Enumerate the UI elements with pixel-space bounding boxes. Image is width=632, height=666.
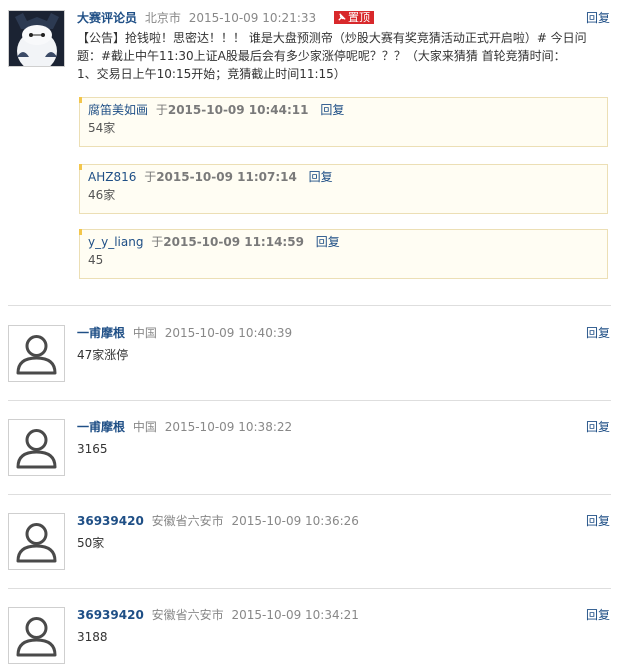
comment-meta: 36939420 安徽省六安市 2015-10-09 10:34:21 bbox=[77, 607, 359, 623]
author-name[interactable]: 大赛评论员 bbox=[77, 11, 137, 25]
divider bbox=[8, 494, 611, 495]
divider bbox=[8, 400, 611, 401]
comment-content: 50家 bbox=[77, 536, 105, 550]
user-silhouette-icon bbox=[16, 335, 57, 375]
avatar[interactable] bbox=[8, 419, 65, 476]
comment-content: 3188 bbox=[77, 630, 108, 644]
reply-text: 54家 bbox=[88, 121, 116, 135]
reply-text: 46家 bbox=[88, 188, 116, 202]
reply-reply-button[interactable]: 回复 bbox=[316, 235, 340, 249]
comment-time: 2015-10-09 10:38:22 bbox=[164, 420, 293, 434]
reply-username[interactable]: y_y_liang bbox=[88, 235, 143, 249]
comment-content: 【公告】抢钱啦！思密达！！！ 谁是大盘预测帝（炒股大赛有奖竞猜活动正式开启啦）#… bbox=[77, 29, 587, 83]
reply-text: 45 bbox=[88, 253, 104, 267]
user-silhouette-icon bbox=[16, 429, 57, 469]
reply-accent bbox=[79, 229, 82, 235]
reply-time: 2015-10-09 11:14:59 bbox=[163, 235, 304, 249]
comment-content: 47家涨停 bbox=[77, 348, 129, 362]
comment-meta: 大赛评论员 北京市 2015-10-09 10:21:33 置顶 bbox=[77, 10, 374, 26]
comment-item: 大赛评论员 北京市 2015-10-09 10:21:33 置顶 回复 【公告】… bbox=[0, 10, 632, 300]
comment-meta: 36939420 安徽省六安市 2015-10-09 10:36:26 bbox=[77, 513, 359, 529]
comment-time: 2015-10-09 10:34:21 bbox=[231, 608, 359, 622]
author-location: 中国 bbox=[132, 326, 157, 340]
author-location: 安徽省六安市 bbox=[151, 514, 224, 528]
author-name[interactable]: 一甫摩根 bbox=[77, 420, 125, 434]
user-silhouette-icon bbox=[16, 617, 57, 657]
reply-time: 2015-10-09 10:44:11 bbox=[167, 103, 309, 117]
comment-meta: 一甫摩根 中国 2015-10-09 10:38:22 bbox=[77, 419, 292, 435]
comment-time: 2015-10-09 10:40:39 bbox=[164, 326, 293, 340]
reply-item: AHZ816 于2015-10-09 11:07:14 回复 46家 bbox=[79, 164, 608, 214]
reply-username[interactable]: AHZ816 bbox=[88, 170, 136, 184]
reply-item: y_y_liang 于2015-10-09 11:14:59 回复 45 bbox=[79, 229, 608, 279]
avatar[interactable] bbox=[8, 513, 65, 570]
pinned-label: 置顶 bbox=[347, 11, 370, 24]
content-line: 题：#截止中午11:30上证A股最后会有多少家涨停呢呢？？？（大家来猜猜 首轮竞… bbox=[77, 49, 566, 63]
robot-hero-avatar-icon bbox=[9, 11, 64, 66]
reply-button[interactable]: 回复 bbox=[586, 419, 610, 435]
reply-yu: 于 bbox=[155, 103, 168, 117]
author-location: 北京市 bbox=[144, 11, 181, 25]
reply-button[interactable]: 回复 bbox=[586, 513, 610, 529]
pushpin-icon bbox=[338, 13, 346, 21]
content-line: 1、交易日上午10:15开始；竞猜截止时间11:15） bbox=[77, 67, 346, 81]
reply-yu: 于 bbox=[144, 170, 157, 184]
comment-meta: 一甫摩根 中国 2015-10-09 10:40:39 bbox=[77, 325, 292, 341]
comment-item: 一甫摩根 中国 2015-10-09 10:38:22 回复 3165 bbox=[0, 419, 632, 479]
reply-button[interactable]: 回复 bbox=[586, 325, 610, 341]
author-location: 中国 bbox=[132, 420, 157, 434]
comment-time: 2015-10-09 10:36:26 bbox=[231, 514, 359, 528]
reply-username[interactable]: 腐笛美如画 bbox=[88, 103, 148, 117]
comment-item: 一甫摩根 中国 2015-10-09 10:40:39 回复 47家涨停 bbox=[0, 325, 632, 385]
avatar[interactable] bbox=[8, 607, 65, 664]
comment-item: 36939420 安徽省六安市 2015-10-09 10:36:26 回复 5… bbox=[0, 513, 632, 573]
divider bbox=[8, 588, 611, 589]
divider bbox=[8, 305, 611, 306]
reply-accent bbox=[79, 164, 82, 170]
avatar[interactable] bbox=[8, 10, 65, 67]
avatar[interactable] bbox=[8, 325, 65, 382]
comment-item: 36939420 安徽省六安市 2015-10-09 10:34:21 回复 3… bbox=[0, 607, 632, 665]
pinned-badge: 置顶 bbox=[333, 11, 374, 24]
content-line: 【公告】抢钱啦！思密达！！！ 谁是大盘预测帝（炒股大赛有奖竞猜活动正式开启啦）#… bbox=[77, 31, 587, 45]
author-location: 安徽省六安市 bbox=[151, 608, 224, 622]
author-name[interactable]: 36939420 bbox=[77, 608, 144, 622]
reply-time: 2015-10-09 11:07:14 bbox=[156, 170, 297, 184]
comment-content: 3165 bbox=[77, 442, 108, 456]
author-name[interactable]: 一甫摩根 bbox=[77, 326, 125, 340]
reply-reply-button[interactable]: 回复 bbox=[309, 170, 333, 184]
reply-item: 腐笛美如画 于2015-10-09 10:44:11 回复 54家 bbox=[79, 97, 608, 147]
comment-time: 2015-10-09 10:21:33 bbox=[188, 11, 317, 25]
reply-yu: 于 bbox=[151, 235, 164, 249]
reply-button[interactable]: 回复 bbox=[586, 10, 610, 26]
reply-reply-button[interactable]: 回复 bbox=[320, 103, 344, 117]
reply-accent bbox=[79, 97, 82, 103]
author-name[interactable]: 36939420 bbox=[77, 514, 144, 528]
user-silhouette-icon bbox=[16, 523, 57, 563]
reply-button[interactable]: 回复 bbox=[586, 607, 610, 623]
